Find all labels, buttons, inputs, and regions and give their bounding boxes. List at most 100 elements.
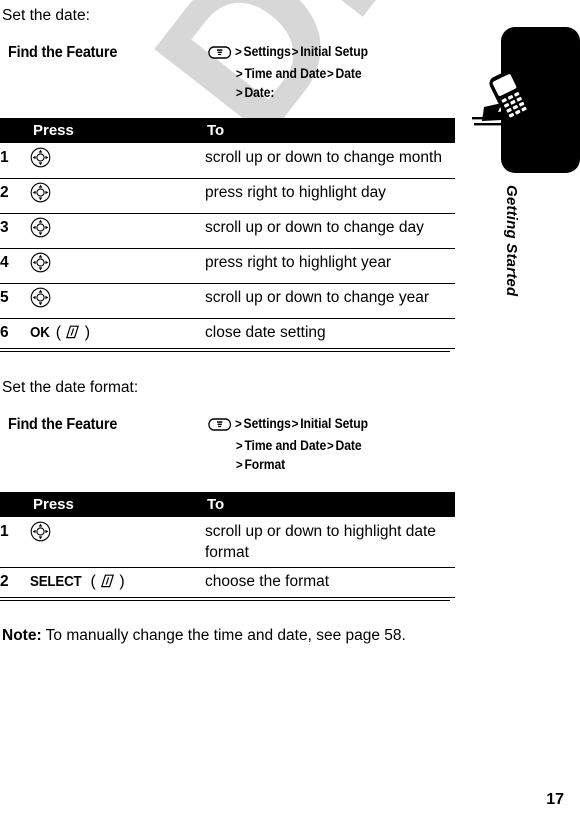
paren-open: ( [51,324,62,341]
step-description: close date setting [205,318,455,349]
path-separator: > [235,44,242,59]
section-heading-2: Set the date format: [2,379,139,396]
step-press [30,283,205,319]
path-separator: > [235,85,243,100]
step-press [30,248,205,284]
column-header-number [0,118,30,143]
navigation-key-icon [30,147,51,172]
path-item-format[interactable]: Format [244,457,285,472]
navigation-key-icon [30,182,51,207]
path-item-initial-setup[interactable]: Initial Setup [300,416,368,431]
step-number: 1 [0,143,30,179]
soft-key-label: SELECT [30,574,82,590]
menu-path-2: > Settings> Initial Setup > Time and Date> D… [208,414,452,474]
table-header-row: Press To [0,492,455,517]
table-row: 3 scroll up or down to change day [0,213,455,249]
table-row: 2 press right to highlight day [0,178,455,214]
step-number: 5 [0,283,30,319]
note-text: To manually change the time and date, se… [45,627,406,644]
step-description: scroll up or down to change year [205,283,455,319]
chapter-title: Getting Started [503,185,520,297]
path-item-date[interactable]: Date [336,438,362,453]
column-header-to: To [205,118,455,143]
navigation-key-icon [30,287,51,312]
column-header-press: Press [30,118,205,143]
page-number: 17 [546,791,564,808]
paren-close: ) [84,324,91,341]
step-press: OK ( ) [30,318,205,349]
step-description: press right to highlight day [205,178,455,214]
table-row: 2 SELECT ( ) choose the format [0,567,455,598]
menu-path-line-1: > Settings> Initial Setup [208,42,428,64]
find-the-feature-label-2: Find the Feature [8,416,118,433]
step-number: 4 [0,248,30,284]
path-item-settings[interactable]: Settings [244,416,291,431]
find-the-feature-block-2: Find the Feature > Settings> Initial Setup [0,414,452,474]
step-press: SELECT ( ) [30,567,205,598]
path-item-time-and-date[interactable]: Time and Date [244,438,326,453]
menu-key-icon [208,45,232,64]
table-row: 1 scroll u [0,517,455,568]
menu-path-line-1: > Settings> Initial Setup [208,414,428,436]
path-separator: > [235,416,242,431]
section-heading-1: Set the date: [2,7,90,24]
soft-key-icon [96,573,120,590]
step-number: 6 [0,318,30,349]
step-number: 2 [0,178,30,214]
note-prefix: Note: [2,627,42,644]
step-press [30,517,205,568]
column-header-to: To [205,492,455,517]
path-separator: > [327,438,334,453]
soft-key-label: OK [30,325,50,341]
menu-path-1: > Settings> Initial Setup > Time and Date> D… [208,42,452,102]
running-phone-icon [472,63,548,137]
path-separator: > [235,438,243,453]
page-content: Set the date: Find the Feature > Setting… [0,0,455,646]
navigation-key-icon [30,521,51,546]
table-row: 6 OK ( ) close date setting [0,318,455,349]
column-header-number [0,492,30,517]
manual-page: DRAFT [0,0,580,817]
table-header-row: Press To [0,118,455,143]
menu-path-line-3: > Format [208,455,428,474]
navigation-key-icon [30,252,51,277]
steps-table-2: Press To 1 scroll up or down to highligh… [0,492,455,598]
step-description: press right to highlight year [205,248,455,284]
path-separator: > [235,457,243,472]
find-the-feature-label-1: Find the Feature [8,44,118,61]
step-press [30,143,205,179]
steps-table-1: Press To 1 scroll up or down to change m… [0,118,455,349]
step-number: 3 [0,213,30,249]
path-separator: > [291,416,299,431]
step-description: choose the format [205,567,455,598]
menu-path-line-2: > Time and Date> Date [208,64,428,83]
path-item-initial-setup[interactable]: Initial Setup [300,44,368,59]
find-the-feature-block-1: Find the Feature > Settings> Initial Setup [0,42,452,102]
step-description: scroll up or down to change day [205,213,455,249]
paren-close: ) [119,573,125,590]
step-number: 2 [0,567,30,598]
path-separator: > [235,66,243,81]
path-item-date-value[interactable]: Date: [244,85,274,100]
menu-key-icon [208,417,232,436]
step-press [30,178,205,214]
soft-key-icon [61,324,85,341]
path-item-date[interactable]: Date [336,66,362,81]
navigation-key-icon [30,217,51,242]
path-item-settings[interactable]: Settings [244,44,291,59]
step-press [30,213,205,249]
path-separator: > [291,44,299,59]
note: Note: To manually change the time and da… [0,625,452,646]
table-row: 1 scroll u [0,143,455,179]
paren-open: ( [86,573,96,590]
path-item-time-and-date[interactable]: Time and Date [244,66,326,81]
menu-path-line-2: > Time and Date> Date [208,436,428,455]
table-row: 4 press right to highlight year [0,248,455,284]
menu-path-line-3: > Date: [208,83,428,102]
path-separator: > [327,66,334,81]
table-row: 5 scroll up or down to change year [0,283,455,319]
step-number: 1 [0,517,30,568]
step-description: scroll up or down to highlight date form… [205,517,455,568]
step-description: scroll up or down to change month [205,143,455,179]
column-header-press: Press [30,492,205,517]
